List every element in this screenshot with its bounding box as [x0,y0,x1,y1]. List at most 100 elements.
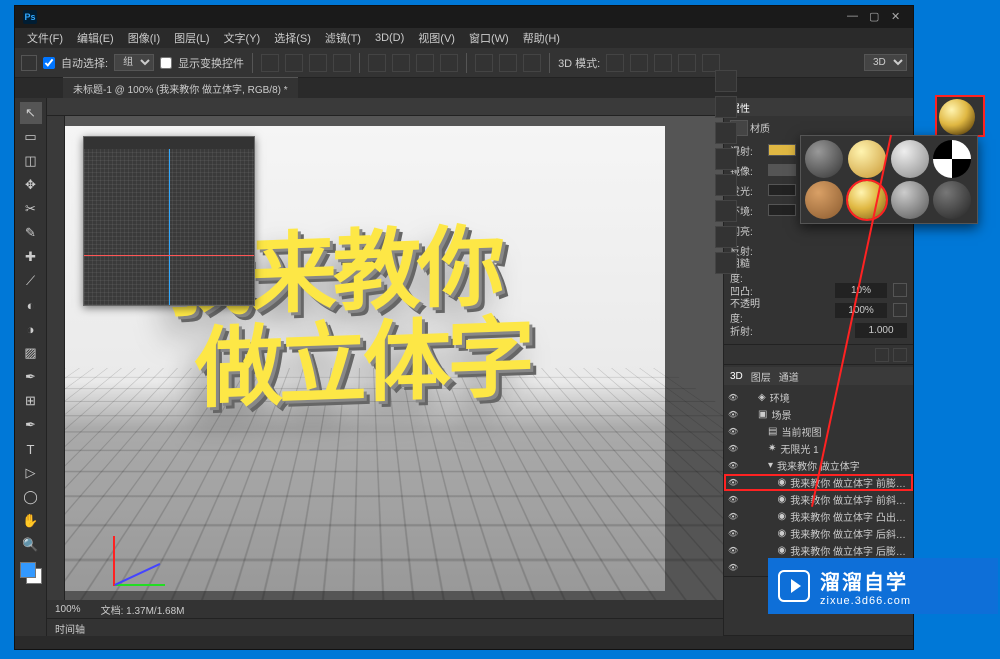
folder-icon[interactable] [893,283,907,297]
menu-help[interactable]: 帮助(H) [517,28,566,48]
color-panel-icon[interactable] [715,96,737,118]
zoom-level[interactable]: 100% [55,604,81,615]
brush-tool[interactable]: ⟋ [20,270,42,292]
tree-item[interactable]: 👁◉我来教你 做立体字 前膨胀... [724,474,913,491]
material-gold-selected[interactable] [848,181,886,219]
swatches-panel-icon[interactable] [715,122,737,144]
tree-item[interactable]: 👁✷无限光 1 [724,440,913,457]
styles-panel-icon[interactable] [715,226,737,248]
folder-icon[interactable] [893,303,907,317]
visibility-icon[interactable]: 👁 [728,563,740,572]
canvas-viewport[interactable]: 我来教你 做立体字 [65,116,723,600]
history-panel-icon[interactable] [715,70,737,92]
wand-tool[interactable]: ✥ [20,174,42,196]
tree-item[interactable]: 👁◈环境 [724,389,913,406]
tree-item[interactable]: 👁◉我来教你 做立体字 后膨胀... [724,542,913,559]
specular-swatch[interactable] [768,164,796,176]
tree-item[interactable]: 👁▤当前视图 [724,423,913,440]
tree-item[interactable]: 👁◉我来教你 做立体字 凸出材... [724,508,913,525]
distribute-icon[interactable] [499,54,517,72]
material-gold[interactable] [848,140,886,178]
visibility-icon[interactable]: 👁 [728,444,740,453]
menu-select[interactable]: 选择(S) [268,28,317,48]
bump-input[interactable] [835,283,887,298]
eyedropper-tool[interactable]: ✎ [20,222,42,244]
channels-tab[interactable]: 通道 [779,369,799,384]
ambient-swatch[interactable] [768,204,796,216]
menu-3d[interactable]: 3D(D) [369,30,410,46]
eraser-tool[interactable]: ▨ [20,342,42,364]
visibility-icon[interactable]: 👁 [728,478,740,487]
material-steel[interactable] [891,181,929,219]
navigator-thumbnail[interactable] [83,136,255,306]
material-chrome[interactable] [805,140,843,178]
auto-select-target[interactable]: 组 [114,54,154,71]
tree-item[interactable]: 👁◉我来教你 做立体字 前斜面... [724,491,913,508]
distribute-icon[interactable] [392,54,410,72]
adjustments-panel-icon[interactable] [715,148,737,170]
opacity-input[interactable] [835,303,887,318]
align-icon[interactable] [261,54,279,72]
visibility-icon[interactable]: 👁 [728,546,740,555]
material-picker-popup[interactable] [800,135,978,224]
properties-panel-header[interactable]: 属性 [724,98,913,116]
lasso-tool[interactable]: ◫ [20,150,42,172]
auto-select-checkbox[interactable] [43,57,55,69]
material-checker[interactable] [933,140,971,178]
align-icon[interactable] [309,54,327,72]
distribute-icon[interactable] [416,54,434,72]
stamp-tool[interactable]: ◐ [20,294,42,316]
character-panel-icon[interactable] [715,174,737,196]
menu-filter[interactable]: 滤镜(T) [319,28,367,48]
visibility-icon[interactable]: 👁 [728,495,740,504]
menu-layer[interactable]: 图层(L) [168,28,215,48]
move-tool[interactable]: ↖ [20,102,42,124]
refract-input[interactable] [855,323,907,338]
3d-mode-icon[interactable] [606,54,624,72]
fg-color[interactable] [20,562,36,578]
shape-tool[interactable]: ◯ [20,486,42,508]
visibility-icon[interactable]: 👁 [728,512,740,521]
3d-mode-icon[interactable] [630,54,648,72]
distribute-icon[interactable] [523,54,541,72]
visibility-icon[interactable]: 👁 [728,410,740,419]
material-preview-sphere[interactable] [935,95,985,137]
tree-item[interactable]: 👁▣场景 [724,406,913,423]
color-swatch[interactable] [20,562,42,584]
distribute-icon[interactable] [475,54,493,72]
axis-x-icon[interactable] [115,584,165,586]
gradient-tool[interactable]: ✒ [20,366,42,388]
3d-panel-header[interactable]: 3D 图层 通道 [724,367,913,385]
menu-file[interactable]: 文件(F) [21,28,69,48]
heal-tool[interactable]: ✚ [20,246,42,268]
menu-view[interactable]: 视图(V) [412,28,461,48]
menu-edit[interactable]: 编辑(E) [71,28,120,48]
3d-mode-icon[interactable] [678,54,696,72]
new-icon[interactable] [875,348,889,362]
menu-image[interactable]: 图像(I) [122,28,166,48]
material-dark[interactable] [933,181,971,219]
ruler-horizontal[interactable] [47,98,723,116]
path-tool[interactable]: ▷ [20,462,42,484]
window-controls[interactable]: — ▢ ✕ [847,10,905,24]
visibility-icon[interactable]: 👁 [728,427,740,436]
document-tab[interactable]: 未标题-1 @ 100% (我来教你 做立体字, RGB/8) * [63,77,298,99]
workspace-select[interactable]: 3D [864,54,907,71]
type-tool[interactable]: T [20,438,42,460]
trash-icon[interactable] [893,348,907,362]
history-brush-tool[interactable]: ◑ [20,318,42,340]
material-copper[interactable] [805,181,843,219]
libraries-panel-icon[interactable] [715,252,737,274]
align-icon[interactable] [333,54,351,72]
marquee-tool[interactable]: ▭ [20,126,42,148]
3d-tab[interactable]: 3D [730,371,743,382]
blur-tool[interactable]: ⊞ [20,390,42,412]
tree-item[interactable]: 👁◉我来教你 做立体字 后斜面... [724,525,913,542]
menu-window[interactable]: 窗口(W) [463,28,515,48]
maximize-icon[interactable]: ▢ [869,10,883,24]
hand-tool[interactable]: ✋ [20,510,42,532]
axis-y-icon[interactable] [113,536,115,586]
glow-swatch[interactable] [768,184,796,196]
visibility-icon[interactable]: 👁 [728,461,740,470]
pen-tool[interactable]: ✒ [20,414,42,436]
